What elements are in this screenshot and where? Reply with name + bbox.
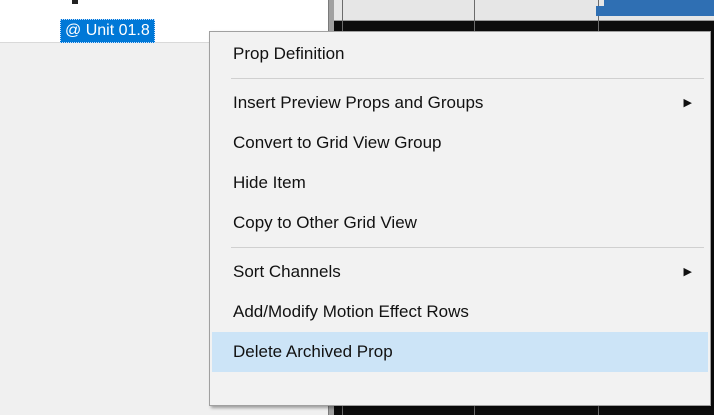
menu-item-label: Prop Definition — [233, 44, 345, 63]
menu-item-label: Delete Archived Prop — [233, 342, 393, 361]
menu-item-label: Sort Channels — [233, 262, 341, 281]
menu-separator — [231, 247, 704, 248]
menu-item-delete-archived-prop[interactable]: Delete Archived Prop — [212, 332, 708, 372]
menu-item-label: Insert Preview Props and Groups — [233, 93, 484, 112]
menu-item-copy-to-other-grid-view[interactable]: Copy to Other Grid View — [212, 203, 708, 243]
application-window: @ Unit 01.8 Prop Definition Insert Previe… — [0, 0, 714, 415]
tree-connector — [72, 0, 78, 4]
menu-item-sort-channels[interactable]: Sort Channels ▶ — [212, 252, 708, 292]
submenu-arrow-icon: ▶ — [683, 97, 692, 109]
menu-separator — [231, 78, 704, 79]
context-menu: Prop Definition Insert Preview Props and … — [209, 31, 711, 406]
grid-selection-cell[interactable] — [604, 0, 714, 16]
menu-item-insert-preview-props-and-groups[interactable]: Insert Preview Props and Groups ▶ — [212, 83, 708, 123]
submenu-arrow-icon: ▶ — [683, 266, 692, 278]
menu-item-convert-to-grid-view-group[interactable]: Convert to Grid View Group — [212, 123, 708, 163]
menu-item-prop-definition[interactable]: Prop Definition — [212, 34, 708, 74]
menu-item-label: Hide Item — [233, 173, 306, 192]
menu-item-label: Add/Modify Motion Effect Rows — [233, 302, 469, 321]
menu-item-add-modify-motion-effect-rows[interactable]: Add/Modify Motion Effect Rows — [212, 292, 708, 332]
menu-item-label: Copy to Other Grid View — [233, 213, 417, 232]
menu-item-label: Convert to Grid View Group — [233, 133, 442, 152]
menu-item-hide-item[interactable]: Hide Item — [212, 163, 708, 203]
tree-item-selected[interactable]: @ Unit 01.8 — [60, 19, 155, 43]
